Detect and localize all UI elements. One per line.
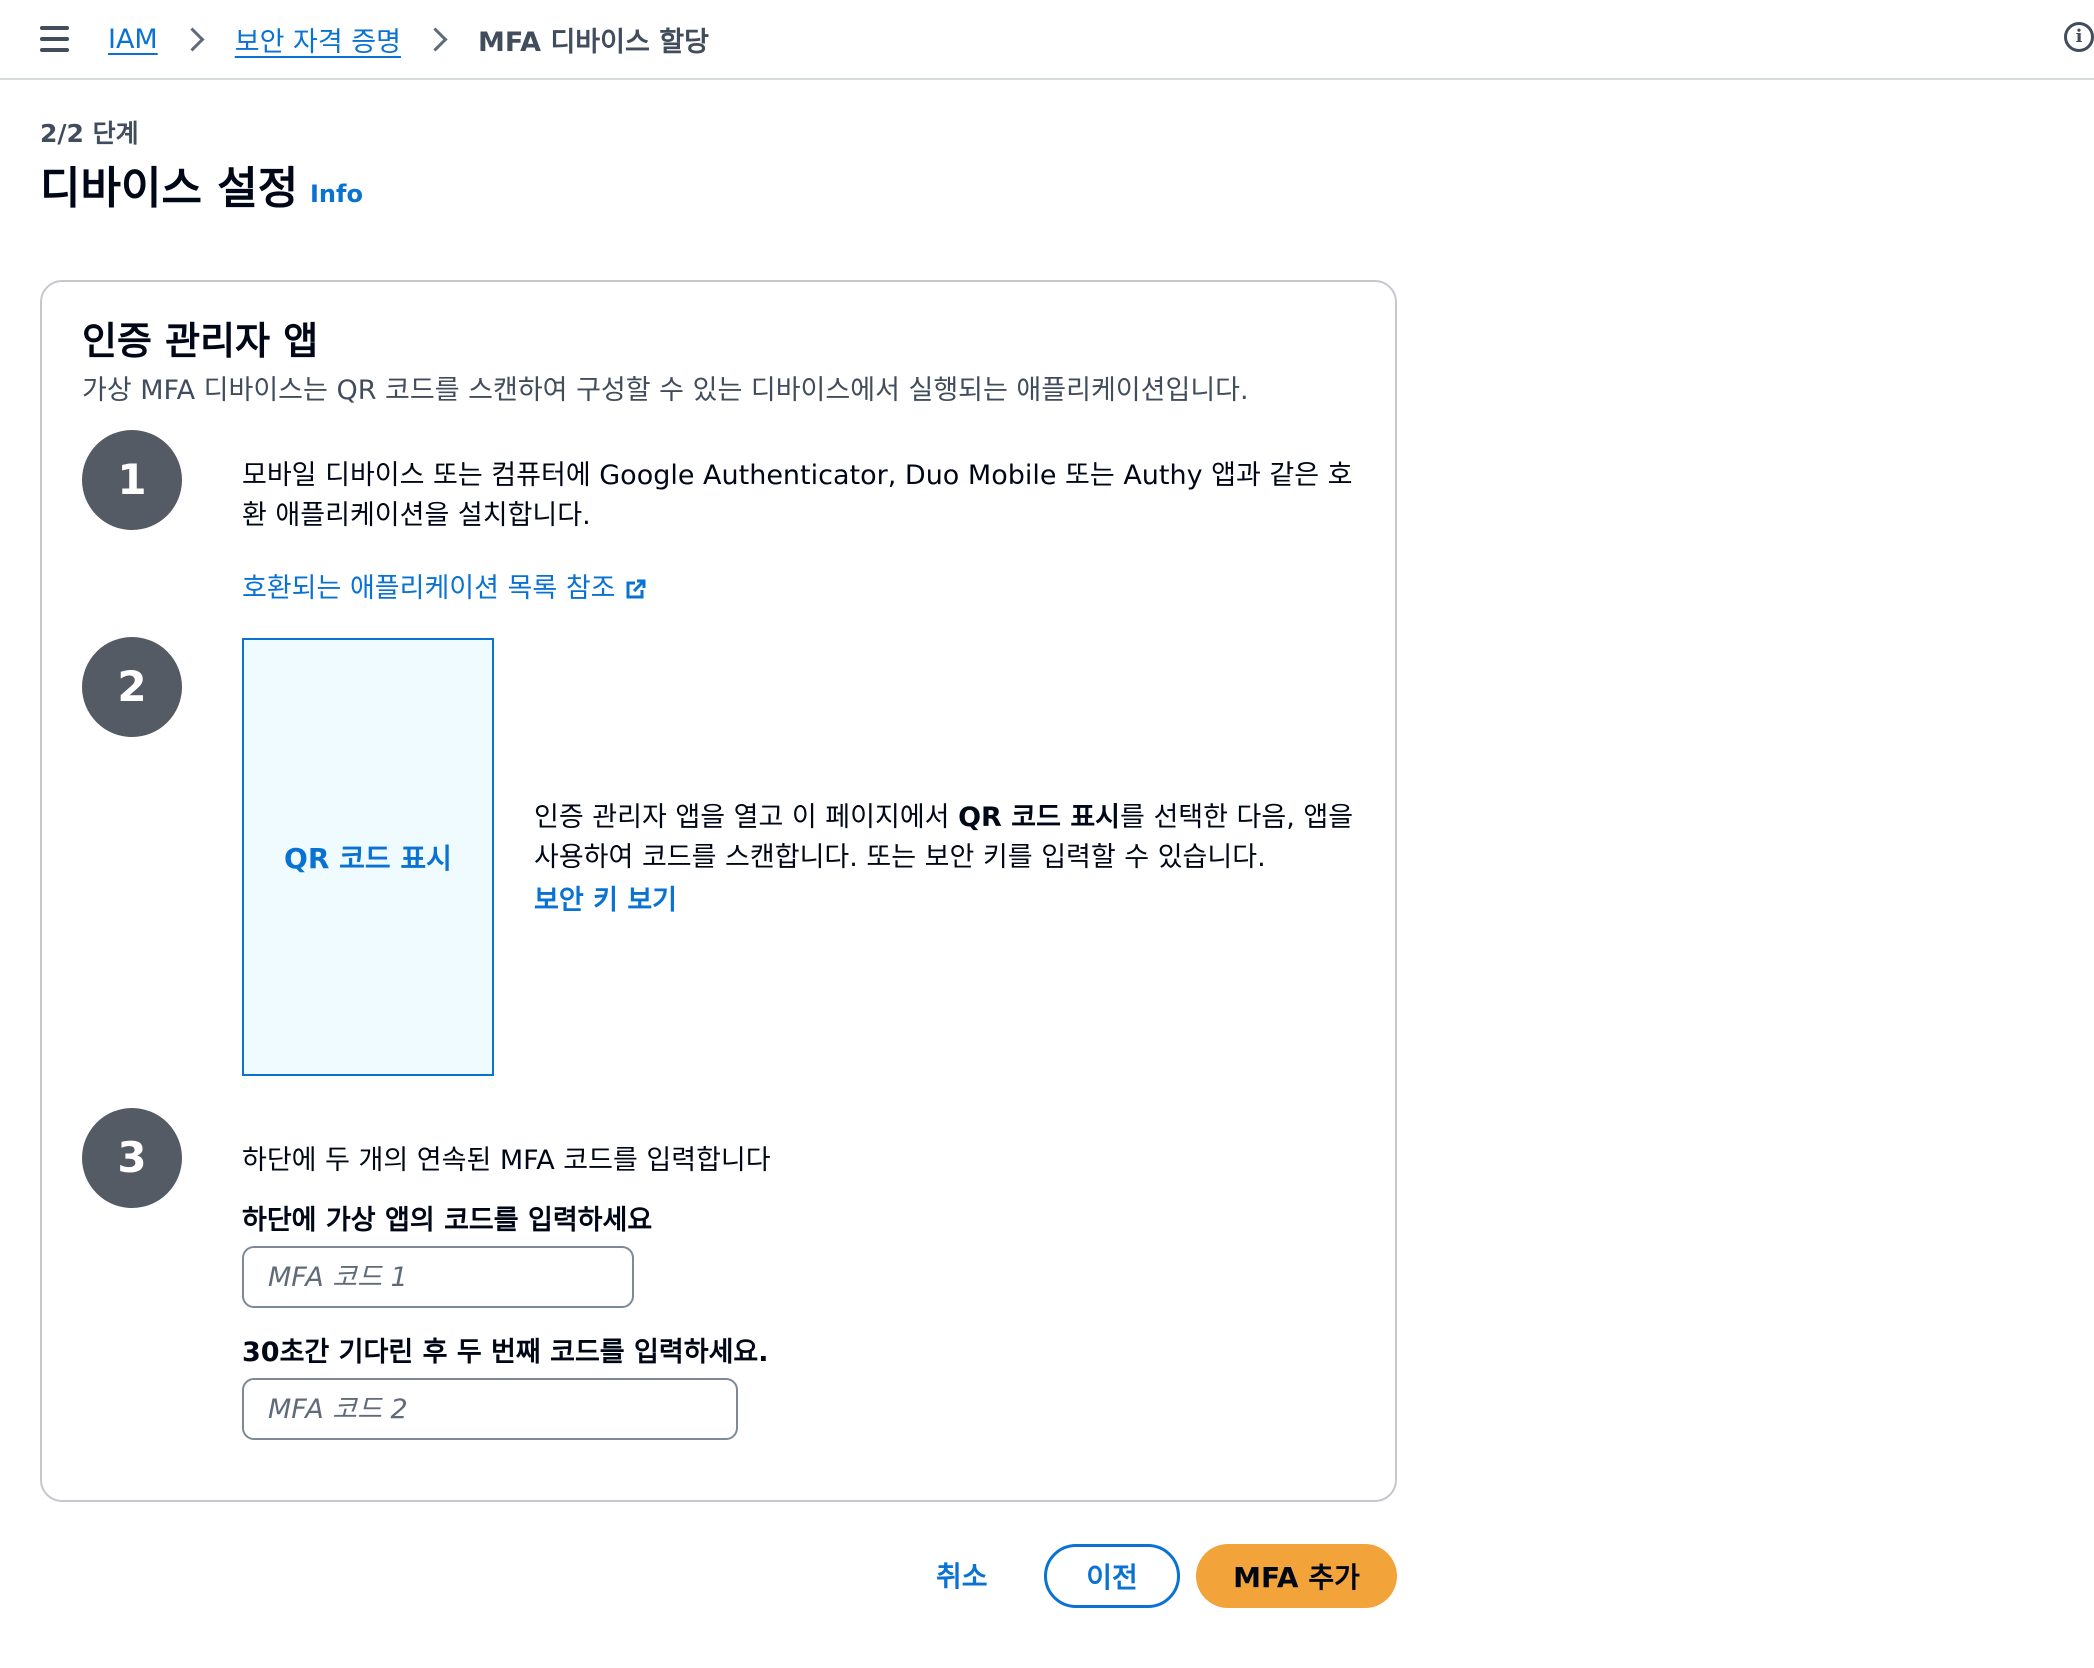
step-2-instructions: 인증 관리자 앱을 열고 이 페이지에서 QR 코드 표시를 선택한 다음, 앱…	[534, 798, 1364, 878]
page-title: 디바이스 설정	[40, 163, 299, 214]
step-number-1: 1	[82, 430, 182, 530]
breadcrumb-current: MFA 디바이스 할당	[477, 26, 709, 58]
previous-button[interactable]: 이전	[1044, 1544, 1180, 1608]
external-link-icon	[626, 575, 646, 599]
step-2-text-before: 인증 관리자 앱을 열고 이 페이지에서	[534, 802, 959, 833]
breadcrumb-link-iam[interactable]: IAM	[108, 24, 158, 55]
mfa-code-1-input[interactable]	[242, 1246, 634, 1308]
breadcrumb: IAM 보안 자격 증명 MFA 디바이스 할당	[108, 18, 709, 60]
step-number-2: 2	[82, 637, 182, 737]
show-qr-code-label: QR 코드 표시	[284, 842, 452, 875]
cancel-button[interactable]: 취소	[926, 1544, 998, 1606]
step-2-text-bold: QR 코드 표시	[958, 802, 1121, 833]
hamburger-menu-icon[interactable]	[40, 26, 69, 52]
card-title: 인증 관리자 앱	[82, 319, 319, 363]
mfa-code-1-label: 하단에 가상 앱의 코드를 입력하세요	[242, 1205, 653, 1236]
show-qr-code-button[interactable]: QR 코드 표시	[242, 638, 494, 1076]
step-3-instructions: 하단에 두 개의 연속된 MFA 코드를 입력합니다	[242, 1145, 771, 1176]
show-secret-key-link[interactable]: 보안 키 보기	[534, 878, 677, 917]
chevron-right-icon	[180, 26, 205, 52]
card-description: 가상 MFA 디바이스는 QR 코드를 스캔하여 구성할 수 있는 디바이스에서…	[82, 375, 1249, 406]
step-number-3: 3	[82, 1108, 182, 1208]
step-1-instructions: 모바일 디바이스 또는 컴퓨터에 Google Authenticator, D…	[242, 460, 1353, 531]
info-icon[interactable]: i	[2064, 22, 2094, 52]
step-indicator: 2/2 단계	[40, 119, 139, 148]
add-mfa-button[interactable]: MFA 추가	[1196, 1544, 1397, 1608]
mfa-code-2-input[interactable]	[242, 1378, 738, 1440]
breadcrumb-link-security-credentials[interactable]: 보안 자격 증명	[235, 20, 401, 59]
compatible-apps-link-label: 호환되는 애플리케이션 목록 참조	[242, 573, 616, 604]
top-navigation-bar: IAM 보안 자격 증명 MFA 디바이스 할당 i	[0, 0, 2094, 80]
info-link[interactable]: Info	[310, 180, 363, 208]
mfa-code-2-label: 30초간 기다린 후 두 번째 코드를 입력하세요.	[242, 1337, 769, 1368]
compatible-apps-link[interactable]: 호환되는 애플리케이션 목록 참조	[242, 566, 646, 605]
chevron-right-icon	[423, 26, 448, 52]
